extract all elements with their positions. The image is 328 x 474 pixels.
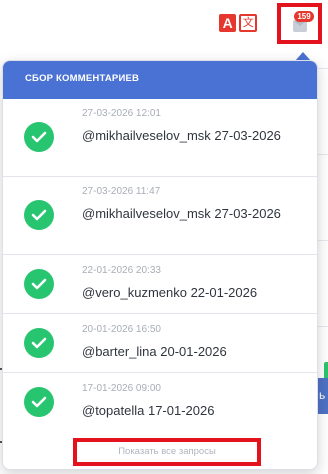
notification-text: @vero_kuzmenko 22-01-2026 bbox=[82, 285, 258, 300]
notification-item[interactable]: 27-03-2026 12:01 @mikhailveselov_msk 27-… bbox=[3, 99, 317, 177]
check-circle-icon bbox=[24, 387, 54, 417]
notification-text: @mikhailveselov_msk 27-03-2026 bbox=[82, 206, 281, 221]
translate-icon[interactable]: A 文 bbox=[219, 14, 257, 34]
translate-icon-a: A bbox=[219, 14, 237, 32]
background-divider bbox=[318, 68, 328, 69]
notifications-button[interactable]: 159 bbox=[277, 3, 322, 44]
background-divider bbox=[318, 154, 328, 155]
translate-icon-b: 文 bbox=[239, 14, 257, 32]
check-circle-icon bbox=[24, 122, 54, 152]
notification-text: @mikhailveselov_msk 27-03-2026 bbox=[82, 128, 281, 143]
dropdown-title: СБОР КОММЕНТАРИЕВ bbox=[3, 61, 317, 99]
notification-date: 17-01-2026 09:00 bbox=[82, 383, 161, 394]
notification-count-badge: 159 bbox=[294, 11, 314, 22]
background-divider bbox=[318, 326, 328, 327]
notification-date: 20-01-2026 16:50 bbox=[82, 324, 161, 335]
notification-list: 27-03-2026 12:01 @mikhailveselov_msk 27-… bbox=[3, 99, 317, 432]
notification-item[interactable]: 27-03-2026 11:47 @mikhailveselov_msk 27-… bbox=[3, 177, 317, 255]
notification-item[interactable]: 17-01-2026 09:00 @topatella 17-01-2026 bbox=[3, 373, 317, 432]
notification-date: 22-01-2026 20:33 bbox=[82, 265, 161, 276]
check-circle-icon bbox=[24, 269, 54, 299]
notification-text: @barter_lina 20-01-2026 bbox=[82, 344, 227, 359]
notification-item[interactable]: 22-01-2026 20:33 @vero_kuzmenko 22-01-20… bbox=[3, 255, 317, 314]
notification-date: 27-03-2026 12:01 bbox=[82, 108, 161, 119]
background-divider bbox=[318, 240, 328, 241]
background-blue-button-label: ь bbox=[319, 388, 326, 402]
notification-date: 27-03-2026 11:47 bbox=[82, 186, 161, 197]
notification-item[interactable]: 20-01-2026 16:50 @barter_lina 20-01-2026 bbox=[3, 314, 317, 373]
notification-text: @topatella 17-01-2026 bbox=[82, 403, 215, 418]
notifications-dropdown: СБОР КОММЕНТАРИЕВ 27-03-2026 12:01 @mikh… bbox=[2, 60, 318, 470]
show-all-requests-link[interactable]: Показать все запросы bbox=[73, 438, 261, 466]
check-circle-icon bbox=[24, 200, 54, 230]
check-circle-icon bbox=[24, 328, 54, 358]
